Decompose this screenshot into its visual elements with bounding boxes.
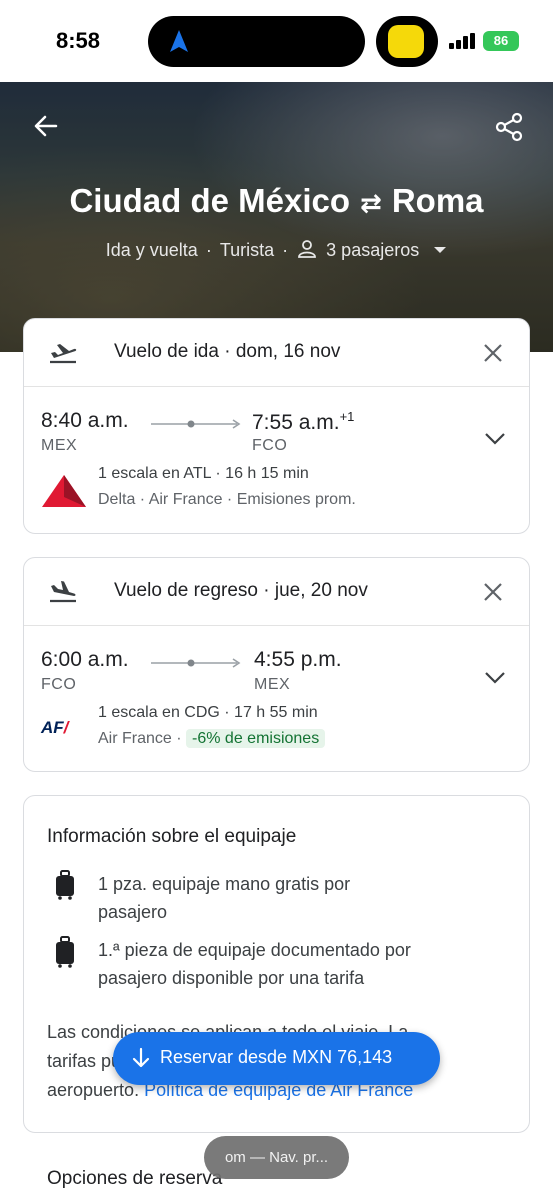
trip-header: Ciudad de México ⇄ Roma Ida y vuelta · Turis…	[0, 82, 553, 352]
return-title: Vuelo de regreso · jue, 20 nov	[114, 580, 368, 601]
departure-time: 8:40 a.m.	[41, 409, 129, 432]
chevron-down-icon[interactable]	[484, 671, 506, 685]
outbound-title: Vuelo de ida · dom, 16 nov	[114, 341, 341, 362]
close-icon[interactable]	[482, 581, 504, 603]
outbound-airlines: Delta · Air France · Emisiones prom.	[98, 491, 356, 508]
departure-airport: FCO	[41, 676, 77, 693]
status-time: 8:58	[56, 28, 101, 53]
arrival-time: 7:55 a.m.+1	[252, 409, 355, 434]
browser-url-pill[interactable]: om — Nav. pr...	[204, 1136, 349, 1179]
baggage-title: Información sobre el equipaje	[47, 826, 297, 847]
navigation-arrow-icon	[170, 30, 188, 52]
dropdown-arrow-icon[interactable]	[433, 245, 447, 255]
air-france-logo-text: AF	[41, 718, 64, 737]
checked-bag-info: 1.ª pieza de equipaje documentado por pa…	[98, 940, 411, 988]
person-icon	[298, 240, 317, 258]
flight-path-icon	[151, 419, 241, 429]
departure-airport: MEX	[41, 437, 78, 454]
share-icon[interactable]	[494, 112, 524, 142]
dynamic-island-app	[376, 16, 438, 67]
app-activity-icon	[388, 25, 424, 58]
departure-time: 6:00 a.m.	[41, 648, 129, 671]
destination-city: Roma	[391, 182, 484, 219]
carry-on-bag-icon	[56, 870, 74, 900]
route-title: Ciudad de México ⇄ Roma	[0, 182, 553, 220]
arrow-down-icon	[132, 1047, 150, 1068]
return-stops: 1 escala en CDG · 17 h 55 min	[98, 704, 318, 721]
outbound-segment[interactable]: 8:40 a.m. 7:55 a.m.+1 MEX FCO 1 escala e…	[24, 387, 529, 537]
chevron-down-icon[interactable]	[484, 432, 506, 446]
return-segment[interactable]: 6:00 a.m. 4:55 p.m. FCO MEX AF/ 1 escala…	[24, 626, 529, 776]
trip-type[interactable]: Ida y vuelta	[106, 240, 198, 260]
landing-icon	[50, 581, 76, 603]
return-card-header: Vuelo de regreso · jue, 20 nov	[24, 558, 529, 626]
cabin-class[interactable]: Turista	[220, 240, 274, 260]
arrival-airport: FCO	[252, 437, 288, 454]
outbound-flight-card: Vuelo de ida · dom, 16 nov 8:40 a.m. 7:5…	[23, 318, 530, 534]
outbound-stops: 1 escala en ATL · 16 h 15 min	[98, 465, 309, 482]
book-button-label: Reservar desde MXN 76,143	[160, 1047, 393, 1067]
outbound-card-header: Vuelo de ida · dom, 16 nov	[24, 319, 529, 387]
passenger-count[interactable]: 3 pasajeros	[326, 240, 419, 260]
day-offset: +1	[339, 409, 355, 424]
checked-bag-icon	[56, 936, 74, 968]
trip-meta: Ida y vuelta · Turista · 3 pasajeros	[0, 240, 553, 261]
signal-icon	[449, 33, 475, 49]
emissions-badge: -6% de emisiones	[186, 729, 326, 748]
delta-logo-icon	[42, 475, 86, 507]
arrival-time: 4:55 p.m.	[254, 648, 342, 671]
origin-city: Ciudad de México	[69, 182, 351, 219]
carry-on-info: 1 pza. equipaje mano gratis por pasajero	[98, 874, 351, 922]
status-bar: 8:58 86	[0, 0, 553, 82]
back-arrow-icon[interactable]	[32, 112, 60, 140]
close-icon[interactable]	[482, 342, 504, 364]
flight-path-icon	[151, 658, 241, 668]
return-airlines: Air France · -6% de emisiones	[98, 729, 326, 748]
return-flight-card: Vuelo de regreso · jue, 20 nov 6:00 a.m.…	[23, 557, 530, 772]
arrival-airport: MEX	[254, 676, 291, 693]
book-button[interactable]: Reservar desde MXN 76,143	[113, 1032, 440, 1085]
battery-icon: 86	[483, 31, 519, 51]
swap-icon: ⇄	[360, 188, 382, 218]
dynamic-island	[148, 16, 365, 67]
booking-options-heading: Opciones de reserva	[47, 1168, 223, 1189]
takeoff-icon	[50, 344, 77, 364]
air-france-logo-icon: AF/	[41, 718, 69, 737]
